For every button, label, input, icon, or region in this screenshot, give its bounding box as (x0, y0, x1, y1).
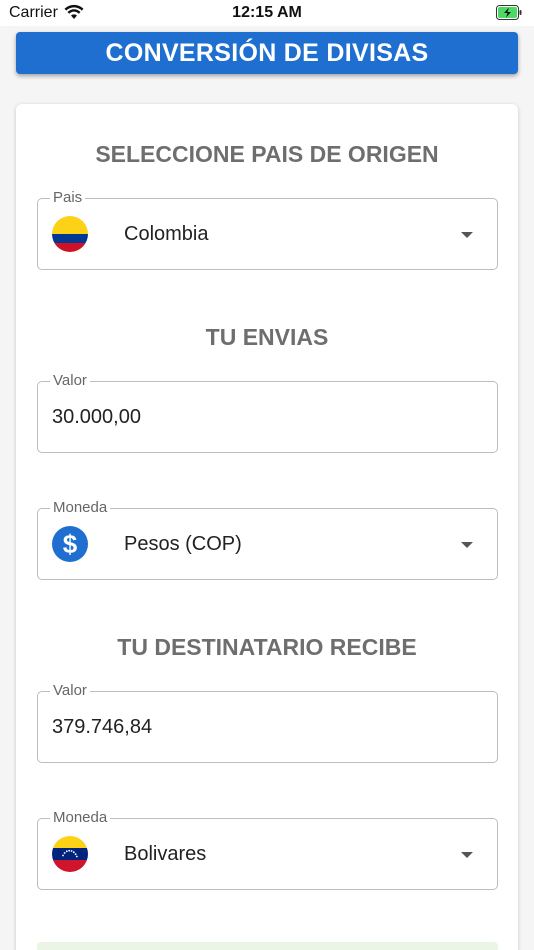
send-currency-value: Pesos (COP) (124, 533, 242, 555)
send-amount-value[interactable]: 30.000,00 (52, 406, 141, 429)
country-select[interactable]: Pais Colombia (37, 189, 498, 270)
receive-currency-select[interactable]: Moneda Bolivares (37, 809, 498, 890)
venezuela-flag-icon (52, 836, 88, 872)
receive-section-title: TU DESTINATARIO RECIBE (117, 634, 417, 660)
receive-currency-value: Bolivares (124, 843, 207, 865)
receive-amount-label: Valor (50, 682, 90, 700)
country-label: Pais (50, 189, 86, 207)
send-currency-label: Moneda (50, 499, 111, 517)
status-bar: Carrier 12:15 AM (0, 0, 534, 26)
dropdown-arrow-icon[interactable] (461, 542, 473, 548)
dollar-icon: $ (52, 526, 88, 562)
receive-amount-value[interactable]: 379.746,84 (52, 716, 152, 739)
receive-currency-label: Moneda (50, 809, 111, 827)
battery-charging-icon (496, 5, 522, 20)
dropdown-arrow-icon[interactable] (461, 852, 473, 858)
dropdown-arrow-icon[interactable] (461, 232, 473, 238)
colombia-flag-icon (52, 216, 88, 252)
send-amount-field[interactable]: Valor 30.000,00 (37, 372, 498, 453)
receive-amount-field[interactable]: Valor 379.746,84 (37, 682, 498, 763)
result-box (37, 942, 498, 950)
send-amount-label: Valor (50, 372, 90, 390)
clock: 12:15 AM (232, 4, 302, 21)
send-section-title: TU ENVIAS (205, 324, 329, 350)
origin-section-title: SELECCIONE PAIS DE ORIGEN (95, 141, 439, 167)
country-value: Colombia (124, 223, 209, 245)
app-header: CONVERSIÓN DE DIVISAS (16, 32, 518, 74)
send-currency-select[interactable]: Moneda $ Pesos (COP) (37, 499, 498, 580)
page-title: CONVERSIÓN DE DIVISAS (105, 38, 429, 67)
